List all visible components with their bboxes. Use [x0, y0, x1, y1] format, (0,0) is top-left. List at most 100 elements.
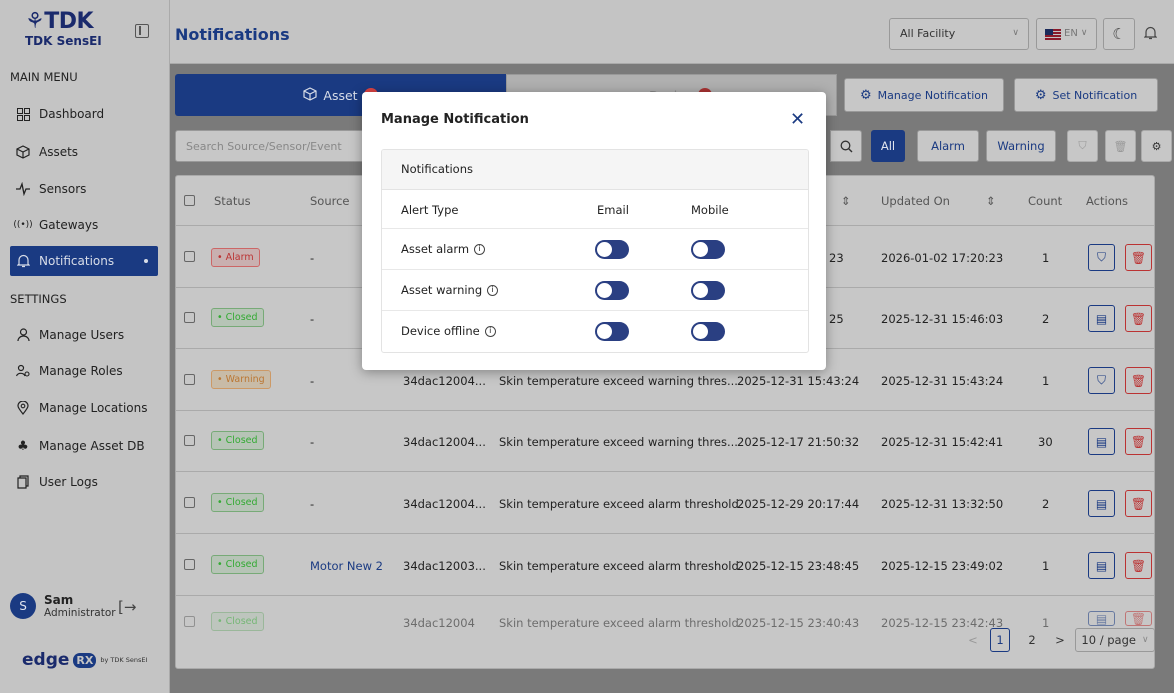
filter-alarm-button[interactable]: Alarm	[917, 130, 979, 162]
row-checkbox[interactable]	[184, 497, 195, 508]
sensor-cell: 34dac12004...	[403, 497, 486, 511]
select-all-checkbox[interactable]	[184, 195, 195, 206]
sidebar-item-gateways[interactable]: ((•)) Gateways	[10, 210, 158, 240]
sidebar-item-notifications[interactable]: Notifications	[10, 246, 158, 276]
table-row[interactable]: • Closed 34dac12004 Skin temperature exc…	[176, 596, 1154, 631]
row-checkbox[interactable]	[184, 616, 195, 627]
delete-icon[interactable]: 🗑	[1125, 611, 1152, 626]
sidebar-item-user-logs[interactable]: User Logs	[10, 467, 158, 497]
details-icon[interactable]: ▤	[1088, 490, 1115, 517]
email-toggle[interactable]	[595, 281, 629, 300]
prev-page-icon[interactable]: <	[965, 628, 981, 652]
sidebar-item-assets[interactable]: Assets	[10, 137, 158, 167]
table-row[interactable]: • Closed - 34dac12004... Skin temperatur…	[176, 410, 1154, 472]
updated-on-cell: 2025-12-31 15:42:41	[881, 435, 1004, 449]
details-icon[interactable]: ▤	[1088, 428, 1115, 455]
user-icon	[16, 328, 30, 342]
bulk-acknowledge-icon[interactable]: ⛉	[1067, 130, 1098, 162]
info-icon[interactable]: i	[484, 325, 496, 337]
info-icon[interactable]: i	[487, 284, 499, 296]
brand-logo[interactable]: ⚘TDK TDK SensEI	[25, 9, 102, 49]
sidebar-item-sensors[interactable]: Sensors	[10, 174, 158, 204]
mobile-toggle[interactable]	[691, 322, 725, 341]
delete-icon[interactable]: 🗑	[1125, 552, 1152, 579]
search-icon[interactable]	[830, 130, 862, 162]
delete-icon[interactable]: 🗑	[1125, 428, 1152, 455]
avatar[interactable]: S	[10, 593, 36, 619]
row-checkbox[interactable]	[184, 312, 195, 323]
created-on-cell: 2025-12-15 23:40:43	[737, 616, 860, 630]
acknowledge-icon[interactable]: ⛉	[1088, 367, 1115, 394]
sort-icon[interactable]: ⇕	[841, 194, 851, 208]
column-header-updated-on[interactable]: Updated On	[881, 194, 950, 208]
event-cell: Skin temperature exceed alarm threshold	[499, 497, 739, 511]
header-bell-icon[interactable]	[1143, 26, 1158, 44]
bulk-delete-icon[interactable]: 🗑	[1105, 130, 1136, 162]
mobile-toggle[interactable]	[691, 240, 725, 259]
facility-select[interactable]: All Facility ∨	[889, 18, 1029, 50]
filter-all-button[interactable]: All	[871, 130, 905, 162]
delete-icon[interactable]: 🗑	[1125, 305, 1152, 332]
user-profile: S Sam Administrator	[10, 593, 116, 619]
sidebar-item-manage-roles[interactable]: Manage Roles	[10, 356, 158, 386]
manage-notification-button[interactable]: ⚙ Manage Notification	[844, 78, 1004, 112]
table-row[interactable]: • Closed - 34dac12004... Skin temperatur…	[176, 472, 1154, 534]
roles-icon	[16, 364, 30, 378]
search-input[interactable]: Search Source/Sensor/Event	[175, 130, 365, 162]
column-header-source[interactable]: Source	[310, 194, 350, 208]
status-badge: • Closed	[211, 431, 264, 450]
sidebar-item-manage-users[interactable]: Manage Users	[10, 320, 158, 350]
created-on-cell: 2025-12-29 20:17:44	[737, 497, 860, 511]
alert-type-text: Asset alarm	[401, 242, 470, 256]
sort-icon[interactable]: ⇕	[986, 194, 996, 208]
status-badge-text: Closed	[225, 559, 258, 570]
row-checkbox[interactable]	[184, 374, 195, 385]
page-1-button[interactable]: 1	[990, 628, 1010, 652]
row-checkbox[interactable]	[184, 435, 195, 446]
alert-row-asset-warning: Asset warning i	[382, 270, 808, 311]
source-link[interactable]: Motor New 2	[310, 559, 383, 573]
delete-icon[interactable]: 🗑	[1125, 244, 1152, 271]
sidebar-item-manage-asset-db[interactable]: ♣ Manage Asset DB	[10, 431, 158, 461]
status-badge: • Closed	[211, 612, 264, 631]
theme-toggle-icon[interactable]: ☾	[1103, 18, 1135, 50]
acknowledge-icon[interactable]: ⛉	[1088, 244, 1115, 271]
filter-warning-button[interactable]: Warning	[986, 130, 1056, 162]
status-badge-text: Alarm	[225, 252, 254, 263]
logout-icon[interactable]: [→	[118, 598, 136, 616]
details-icon[interactable]: ▤	[1088, 305, 1115, 332]
mobile-toggle[interactable]	[691, 281, 725, 300]
set-notification-button[interactable]: ⚙ Set Notification	[1014, 78, 1158, 112]
language-select[interactable]: EN ∨	[1036, 18, 1097, 50]
source-cell: -	[310, 374, 315, 388]
row-checkbox[interactable]	[184, 251, 195, 262]
sidebar-item-label: Notifications	[39, 254, 115, 268]
page-2-button[interactable]: 2	[1024, 628, 1040, 652]
edgerx-logo: edge RX by TDK SensEI	[22, 650, 147, 670]
sidebar-item-manage-locations[interactable]: Manage Locations	[10, 393, 158, 423]
sidebar-collapse-icon[interactable]	[135, 24, 149, 38]
modal-title: Manage Notification	[381, 112, 529, 127]
event-cell: Skin temperature exceed warning thres...	[499, 435, 738, 449]
column-header-status[interactable]: Status	[214, 194, 251, 208]
close-icon[interactable]: ✕	[790, 110, 805, 130]
page-size-select[interactable]: 10 / page ∨	[1075, 628, 1155, 652]
status-badge-text: Closed	[225, 312, 258, 323]
source-cell: -	[310, 251, 315, 265]
delete-icon[interactable]: 🗑	[1125, 367, 1152, 394]
next-page-icon[interactable]: >	[1052, 628, 1068, 652]
notification-settings-header: Notifications	[382, 150, 808, 190]
tdk-logo: ⚘TDK	[25, 9, 94, 34]
table-row[interactable]: • Closed Motor New 2 34dac12003... Skin …	[176, 534, 1154, 596]
column-settings-icon[interactable]: ⚙	[1141, 130, 1172, 162]
email-toggle[interactable]	[595, 240, 629, 259]
email-toggle[interactable]	[595, 322, 629, 341]
details-icon[interactable]: ▤	[1088, 611, 1115, 626]
info-icon[interactable]: i	[474, 243, 486, 255]
delete-icon[interactable]: 🗑	[1125, 490, 1152, 517]
status-badge-text: Warning	[225, 374, 265, 385]
edgerx-logo-text: edge	[22, 650, 70, 670]
row-checkbox[interactable]	[184, 559, 195, 570]
details-icon[interactable]: ▤	[1088, 552, 1115, 579]
sidebar-item-dashboard[interactable]: Dashboard	[10, 99, 158, 129]
